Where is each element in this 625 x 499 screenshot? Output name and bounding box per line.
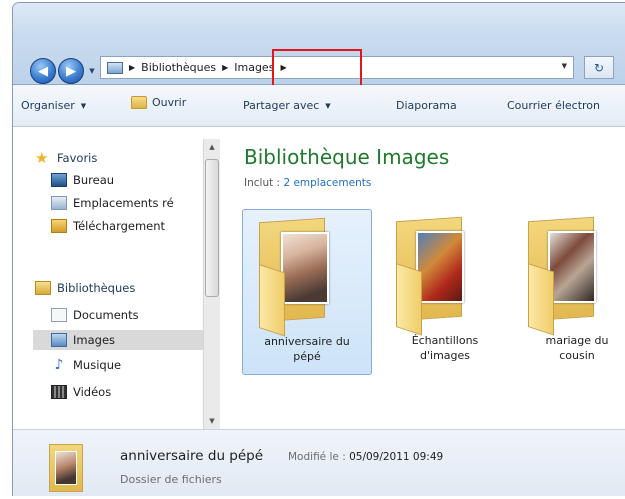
includes-link[interactable]: 2 emplacements xyxy=(283,177,371,189)
folder-label: mariage du cousin xyxy=(512,333,625,363)
command-bar: Organiser ▼ Ouvrir Partager avec ▼ Diapo… xyxy=(13,85,625,127)
folder-label-line: Échantillons xyxy=(411,334,479,347)
sidebar-group-label: Bibliothèques xyxy=(57,281,136,295)
email-button[interactable]: Courrier électron xyxy=(507,99,600,112)
pictures-icon xyxy=(51,333,67,347)
breadcrumb-separator-icon[interactable]: ▶ xyxy=(280,63,286,72)
folder-item[interactable]: mariage du cousin xyxy=(512,209,625,375)
folder-front-icon xyxy=(259,264,285,337)
folder-label: anniversaire du pépé xyxy=(243,334,371,364)
folder-item[interactable]: Échantillons d'images xyxy=(380,209,510,375)
open-label: Ouvrir xyxy=(152,96,187,109)
sidebar-group-favorites[interactable]: ★ Favoris xyxy=(35,149,98,167)
sidebar-item-documents[interactable]: Documents xyxy=(51,308,139,322)
folder-open-icon xyxy=(131,96,147,109)
arrow-left-icon: ◀ xyxy=(38,63,48,79)
email-label: Courrier électron xyxy=(507,99,601,112)
navigation-scrollbar[interactable]: ▲ ▼ xyxy=(203,139,220,429)
includes-label: Inclut : xyxy=(244,177,281,189)
downloads-icon xyxy=(51,219,67,233)
sidebar-group-libraries[interactable]: Bibliothèques xyxy=(35,281,135,295)
sidebar-item-label: Documents xyxy=(73,308,139,322)
modified-date: Modifié le : 05/09/2011 09:49 xyxy=(288,451,443,463)
photo-thumbnail-icon xyxy=(548,231,596,303)
scroll-up-icon[interactable]: ▲ xyxy=(204,139,220,155)
folder-thumbnail-icon xyxy=(49,444,83,492)
folder-label-line: pépé xyxy=(293,350,321,363)
scroll-thumb[interactable] xyxy=(205,159,219,297)
address-dropdown-icon[interactable]: ▼ xyxy=(562,62,567,70)
item-type: Dossier de fichiers xyxy=(120,473,222,486)
breadcrumb-separator-icon[interactable]: ▶ xyxy=(222,63,228,72)
recent-places-icon xyxy=(51,196,67,210)
recent-pages-dropdown[interactable]: ▼ xyxy=(87,66,97,76)
details-pane: anniversaire du pépé Modifié le : 05/09/… xyxy=(13,429,625,496)
slideshow-button[interactable]: Diaporama xyxy=(396,99,457,112)
sidebar-item-videos[interactable]: Vidéos xyxy=(51,385,111,399)
sidebar-item-label: Musique xyxy=(73,358,122,372)
star-icon: ★ xyxy=(35,149,49,167)
breadcrumb-images[interactable]: Images xyxy=(234,61,274,74)
share-button[interactable]: Partager avec ▼ xyxy=(243,99,331,112)
folder-label-line: d'images xyxy=(420,349,470,362)
folder-front-icon xyxy=(528,263,554,336)
sidebar-item-recent-places[interactable]: Emplacements ré xyxy=(51,196,174,210)
sidebar-item-label: Bureau xyxy=(73,173,115,187)
sidebar-group-label: Favoris xyxy=(57,151,98,165)
organize-label: Organiser xyxy=(21,99,75,112)
forward-button[interactable]: ▶ xyxy=(58,58,84,84)
folder-label: Échantillons d'images xyxy=(380,333,510,363)
share-label: Partager avec xyxy=(243,99,320,112)
photo-thumbnail-icon xyxy=(281,232,329,304)
libraries-icon xyxy=(35,281,51,295)
explorer-window: ◀ ▶ ▼ ▶ Bibliothèques ▶ Images ▶ ▼ ↻ Org… xyxy=(12,2,625,496)
sidebar-item-label: Vidéos xyxy=(73,385,112,399)
sidebar-item-music[interactable]: ♪ Musique xyxy=(51,357,122,373)
folder-label-line: cousin xyxy=(559,349,595,362)
scroll-down-icon[interactable]: ▼ xyxy=(204,413,220,429)
sidebar-item-label: Images xyxy=(73,333,116,347)
arrow-right-icon: ▶ xyxy=(66,63,76,79)
selected-item-name: anniversaire du pépé xyxy=(120,448,264,464)
sidebar-item-images[interactable]: Images xyxy=(51,333,115,347)
desktop-icon xyxy=(51,173,67,187)
modified-label: Modifié le : xyxy=(288,451,346,463)
modified-value: 05/09/2011 09:49 xyxy=(349,451,444,463)
music-icon: ♪ xyxy=(54,357,64,373)
documents-icon xyxy=(51,308,67,322)
back-button[interactable]: ◀ xyxy=(30,58,56,84)
folder-label-line: anniversaire du xyxy=(264,335,350,348)
refresh-icon: ↻ xyxy=(593,60,605,75)
folder-label-line: mariage du xyxy=(545,334,609,347)
organize-button[interactable]: Organiser ▼ xyxy=(21,99,86,112)
navigation-pane: ★ Favoris Bureau Emplacements ré Télécha… xyxy=(13,127,219,429)
chevron-down-icon: ▼ xyxy=(325,101,331,110)
library-icon xyxy=(107,61,123,74)
breadcrumb-separator-icon[interactable]: ▶ xyxy=(129,63,135,72)
folder-item[interactable]: anniversaire du pépé xyxy=(242,209,372,375)
sidebar-item-desktop[interactable]: Bureau xyxy=(51,173,114,187)
breadcrumb-libraries[interactable]: Bibliothèques xyxy=(141,61,216,74)
sidebar-item-label: Téléchargement xyxy=(73,219,166,233)
address-bar[interactable]: ▶ Bibliothèques ▶ Images ▶ ▼ xyxy=(100,56,574,79)
refresh-button[interactable]: ↻ xyxy=(584,56,614,79)
chevron-down-icon: ▼ xyxy=(80,101,87,110)
sidebar-item-downloads[interactable]: Téléchargement xyxy=(51,219,165,233)
library-includes: Inclut : 2 emplacements xyxy=(244,177,371,189)
library-title: Bibliothèque Images xyxy=(244,145,450,169)
sidebar-item-label: Emplacements ré xyxy=(73,196,174,210)
photo-thumbnail-icon xyxy=(416,231,464,303)
folder-front-icon xyxy=(396,263,422,336)
slideshow-label: Diaporama xyxy=(396,99,457,112)
videos-icon xyxy=(51,385,67,399)
open-button[interactable]: Ouvrir xyxy=(131,96,186,109)
content-pane: Bibliothèque Images Inclut : 2 emplaceme… xyxy=(220,127,625,429)
